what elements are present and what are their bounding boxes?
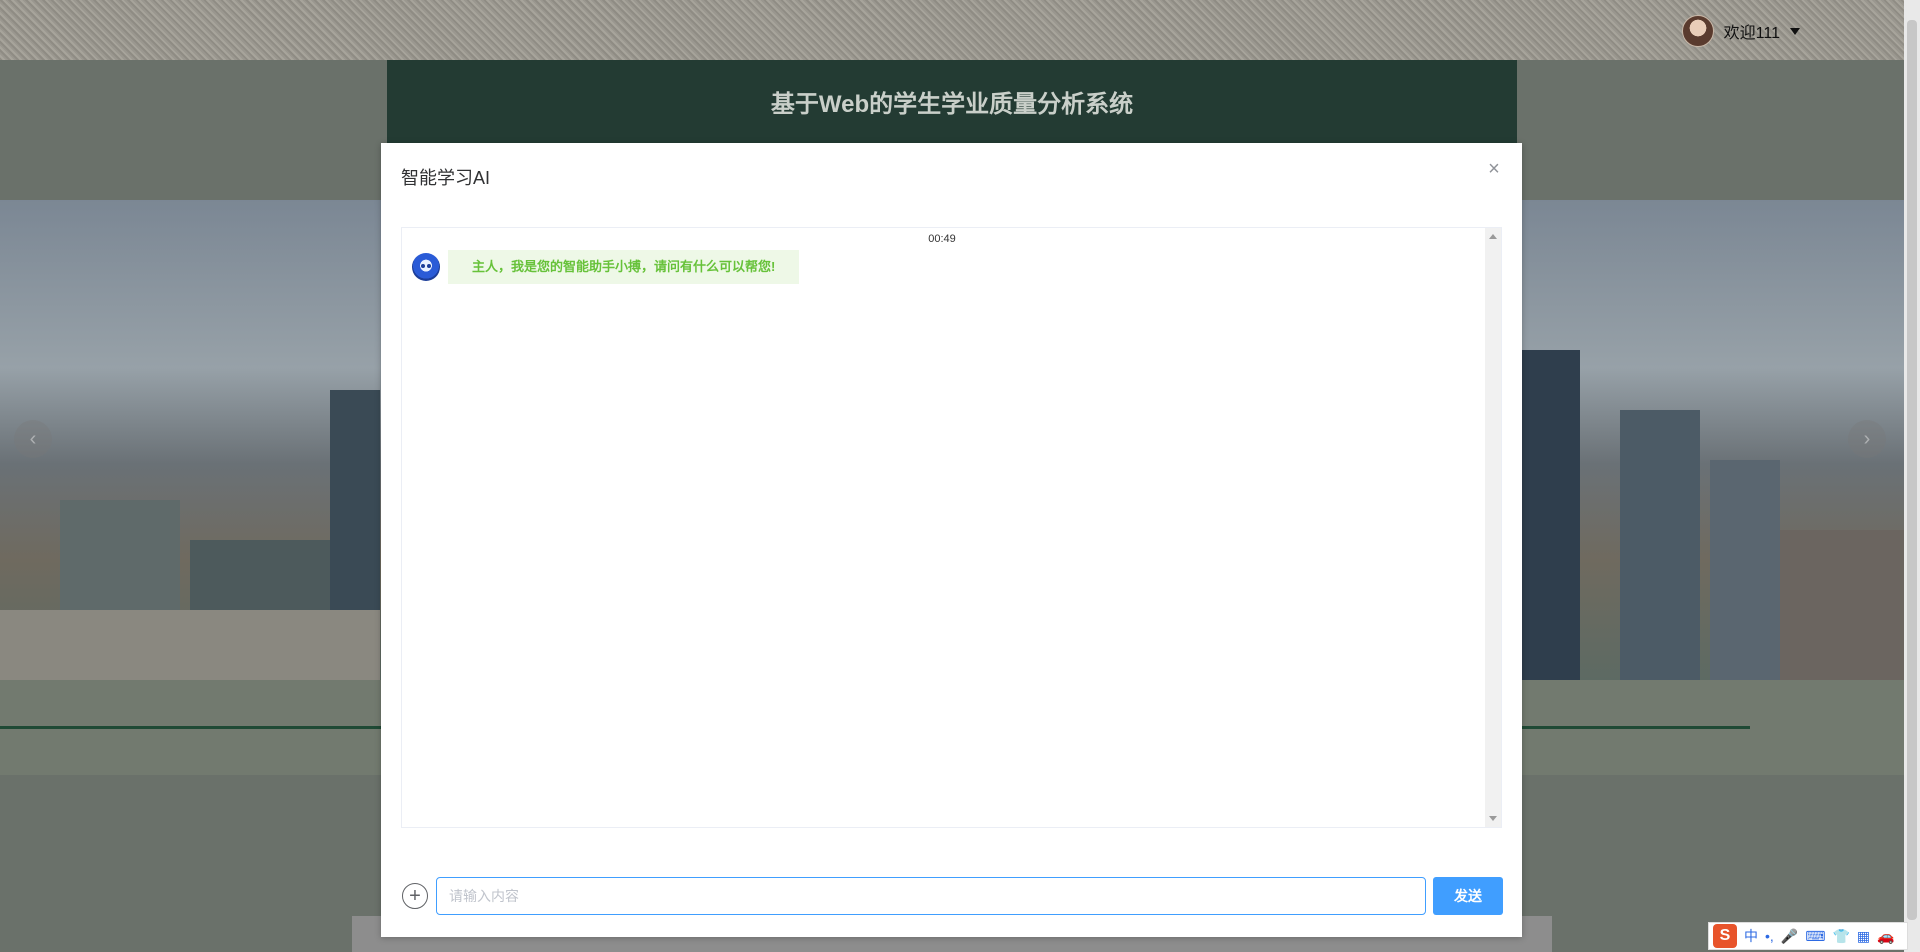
ai-chat-dialog: 智能学习AI × 00:49 主人，我是您的智能助手小搏，请问有什么可以帮您! … bbox=[381, 143, 1522, 937]
chat-scrollbar[interactable] bbox=[1485, 228, 1501, 827]
send-button[interactable]: 发送 bbox=[1433, 877, 1503, 915]
building-shape bbox=[1620, 410, 1700, 680]
skin-icon[interactable]: 👕 bbox=[1832, 928, 1849, 945]
user-avatar[interactable] bbox=[1681, 15, 1714, 47]
user-name[interactable]: 欢迎111 bbox=[1724, 19, 1780, 43]
caret-down-icon[interactable] bbox=[1790, 27, 1800, 35]
sogou-logo-icon[interactable]: S bbox=[1713, 924, 1737, 948]
punctuation-icon[interactable]: •, bbox=[1765, 928, 1774, 944]
scroll-down-icon[interactable] bbox=[1489, 816, 1497, 821]
site-title: 基于Web的学生学业质量分析系统 bbox=[770, 91, 1134, 118]
building-shape bbox=[1520, 350, 1580, 680]
scroll-up-icon[interactable] bbox=[1489, 234, 1497, 239]
carousel-prev-button[interactable]: ‹ bbox=[14, 420, 52, 458]
bot-avatar-icon bbox=[412, 253, 440, 281]
ime-mode-toggle[interactable]: 中 bbox=[1744, 926, 1758, 946]
site-title-band: 基于Web的学生学业质量分析系统 bbox=[387, 60, 1517, 143]
keyboard-icon[interactable]: ⌨ bbox=[1805, 928, 1825, 945]
add-attachment-button[interactable]: + bbox=[402, 883, 428, 909]
building-shape bbox=[1780, 530, 1920, 680]
chat-message: 主人，我是您的智能助手小搏，请问有什么可以帮您! bbox=[412, 250, 800, 284]
chat-history[interactable]: 00:49 主人，我是您的智能助手小搏，请问有什么可以帮您! bbox=[401, 227, 1502, 828]
message-input[interactable] bbox=[436, 877, 1426, 915]
bot-message-bubble: 主人，我是您的智能助手小搏，请问有什么可以帮您! bbox=[448, 250, 800, 284]
building-shape bbox=[0, 610, 380, 680]
close-icon[interactable]: × bbox=[1484, 159, 1504, 179]
ime-toolbar: S 中 •, 🎤 ⌨ 👕 ▦ 🚗 bbox=[1708, 922, 1908, 950]
top-bar: 欢迎111 bbox=[0, 0, 1920, 60]
toolbox-icon[interactable]: ▦ bbox=[1857, 928, 1870, 945]
microphone-icon[interactable]: 🎤 bbox=[1781, 928, 1798, 945]
extra-icon[interactable]: 🚗 bbox=[1877, 928, 1894, 945]
page-scrollbar-thumb[interactable] bbox=[1907, 20, 1917, 920]
carousel-next-button[interactable]: › bbox=[1848, 420, 1886, 458]
user-menu[interactable]: 欢迎111 bbox=[1681, 15, 1800, 47]
dialog-title: 智能学习AI bbox=[401, 168, 491, 188]
building-shape bbox=[1710, 460, 1780, 680]
page-scrollbar[interactable] bbox=[1904, 0, 1920, 952]
message-timestamp: 00:49 bbox=[928, 233, 956, 245]
plus-icon: + bbox=[409, 885, 421, 907]
